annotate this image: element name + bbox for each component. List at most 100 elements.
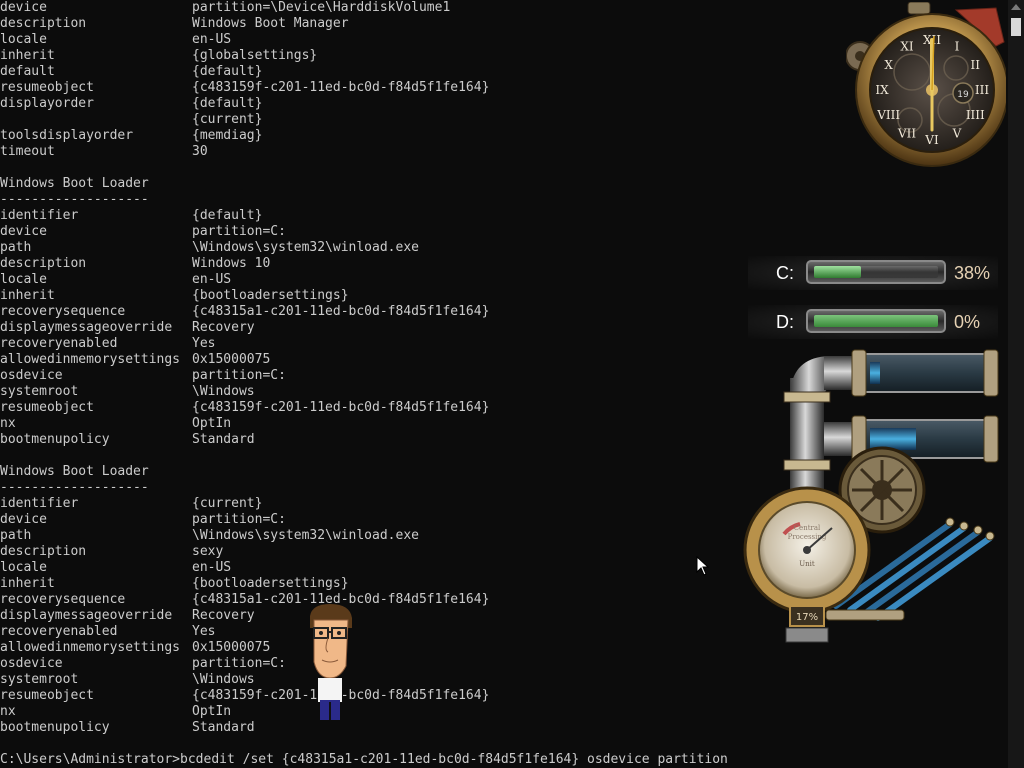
clock-numeral: VIII <box>876 108 900 122</box>
console-line-key: systemroot <box>0 384 79 399</box>
console-line-value: {bootloadersettings} <box>192 576 349 591</box>
cartoon-character-icon[interactable] <box>304 602 358 724</box>
console-line-value: Windows Boot Manager <box>192 16 349 31</box>
console-line-value: \Windows <box>192 672 255 687</box>
system-monitor-widget[interactable]: Central Processing Unit 17% <box>740 348 1002 648</box>
scrollbar-thumb[interactable] <box>1011 18 1021 36</box>
console-line-value: en-US <box>192 32 232 47</box>
clock-numeral: V <box>952 126 962 140</box>
clock-numeral: XI <box>900 40 914 54</box>
console-line-key: description <box>0 544 87 559</box>
console-line-value: {c48315a1-c201-11ed-bc0d-f84d5f1fe164} <box>192 304 490 319</box>
console-line-key: resumeobject <box>0 80 94 95</box>
console-line-value: Yes <box>192 336 216 351</box>
console-line-value: {memdiag} <box>192 128 263 143</box>
console-line-key: description <box>0 256 87 271</box>
console-line-key: Windows Boot Loader <box>0 176 149 191</box>
console-line-key: path <box>0 528 32 543</box>
drive-c-label: C: <box>776 263 794 283</box>
console-line-key: locale <box>0 32 47 47</box>
console-line-value: \Windows\system32\winload.exe <box>192 528 419 543</box>
console-line-key: locale <box>0 272 47 287</box>
console-line-key: timeout <box>0 144 55 159</box>
console-line-value: {globalsettings} <box>192 48 318 63</box>
console-line-value: {current} <box>192 496 263 511</box>
console-line-key: Windows Boot Loader <box>0 464 149 479</box>
console-line-key: inherit <box>0 48 55 63</box>
console-line-key: systemroot <box>0 672 79 687</box>
console-line-key: displaymessageoverride <box>0 608 173 623</box>
console-line-value: Windows 10 <box>192 256 271 271</box>
cpu-gauge-readout: 17% <box>796 612 818 623</box>
clock-numeral: VII <box>897 126 916 140</box>
console-line-key: recoverysequence <box>0 592 126 607</box>
console-line-value: 0x15000075 <box>192 352 271 367</box>
console-line-value: {current} <box>192 112 263 127</box>
drive-c-bar <box>806 260 946 284</box>
console-line-value: Recovery <box>192 608 255 623</box>
console-line-key: bootmenupolicy <box>0 720 110 735</box>
console-line-value: \Windows\system32\winload.exe <box>192 240 419 255</box>
console-line-key: device <box>0 0 47 15</box>
console-line-key: identifier <box>0 208 79 223</box>
console-line-value: partition=C: <box>192 512 286 527</box>
drive-c-widget[interactable]: C: 38% <box>748 254 998 292</box>
clock-numeral: IIII <box>966 108 985 122</box>
drive-d-widget[interactable]: D: 0% <box>748 303 998 341</box>
console-line-value: {default} <box>192 64 263 79</box>
drive-c-percent: 38% <box>954 263 991 283</box>
console-line-value: {c483159f-c201-11ed-bc0d-f84d5f1fe164} <box>192 80 490 95</box>
console-line-value: 30 <box>192 144 208 159</box>
clock-numeral: VI <box>924 133 939 147</box>
console-line-key: displaymessageoverride <box>0 320 173 335</box>
console-line-key: resumeobject <box>0 400 94 415</box>
cpu-gauge-label-line1: Central <box>794 524 821 532</box>
console-line-key: resumeobject <box>0 688 94 703</box>
console-line-value: en-US <box>192 272 232 287</box>
console-line-value: {default} <box>192 96 263 111</box>
console-line-value: partition=C: <box>192 224 286 239</box>
drive-d-bar <box>806 309 946 333</box>
console-line-key: nx <box>0 704 16 719</box>
console-line-key: osdevice <box>0 368 63 383</box>
console-line-key: osdevice <box>0 656 63 671</box>
console-line-value: {default} <box>192 208 263 223</box>
console-line-value: en-US <box>192 560 232 575</box>
console-line-value: 0x15000075 <box>192 640 271 655</box>
console-line-key: device <box>0 512 47 527</box>
command-prompt-line[interactable]: C:\Users\Administrator>bcdedit /set {c48… <box>0 752 728 768</box>
console-scrollbar[interactable] <box>1008 0 1024 768</box>
console-line-key: recoveryenabled <box>0 624 118 639</box>
console-line-key: ------------------- <box>0 192 149 207</box>
clock-numeral: X <box>884 58 893 72</box>
console-line-value: Recovery <box>192 320 255 335</box>
clock-numeral: II <box>971 58 981 72</box>
steampunk-pipes-icon: Central Processing Unit 17% <box>743 349 999 643</box>
console-line-value: {c483159f-c201-11ed-bc0d-f84d5f1fe164} <box>192 400 490 415</box>
console-line-key: nx <box>0 416 16 431</box>
console-line-value: OptIn <box>192 416 232 431</box>
console-line-value: \Windows <box>192 384 255 399</box>
console-line-key: locale <box>0 560 47 575</box>
console-line-key: recoverysequence <box>0 304 126 319</box>
console-line-value: Standard <box>192 720 255 735</box>
console-line-value: Yes <box>192 624 216 639</box>
console-line-key: inherit <box>0 576 55 591</box>
drive-d-percent: 0% <box>954 312 981 332</box>
clock-numeral: I <box>955 40 960 54</box>
console-line-key: bootmenupolicy <box>0 432 110 447</box>
console-line-value: partition=C: <box>192 656 286 671</box>
clock-widget[interactable]: XIIIIIIIIIIIIVVIVIIVIIIIXXXI 19 <box>845 1 1009 172</box>
console-line-key: default <box>0 64 55 79</box>
mouse-pointer-icon <box>696 555 710 580</box>
cpu-gauge-label-line3: Unit <box>799 560 815 568</box>
clock-date: 19 <box>957 90 969 100</box>
console-line-value: sexy <box>192 544 224 559</box>
console-line-key: description <box>0 16 87 31</box>
scroll-up-arrow-icon[interactable] <box>1011 4 1021 10</box>
console-line-key: displayorder <box>0 96 94 111</box>
clock-face-icon: XIIIIIIIIIIIIVVIVIIVIIIIXXXI 19 <box>845 1 1009 167</box>
console-line-key: allowedinmemorysettings <box>0 352 181 367</box>
console-line-value: {bootloadersettings} <box>192 288 349 303</box>
drive-d-label: D: <box>776 312 794 332</box>
